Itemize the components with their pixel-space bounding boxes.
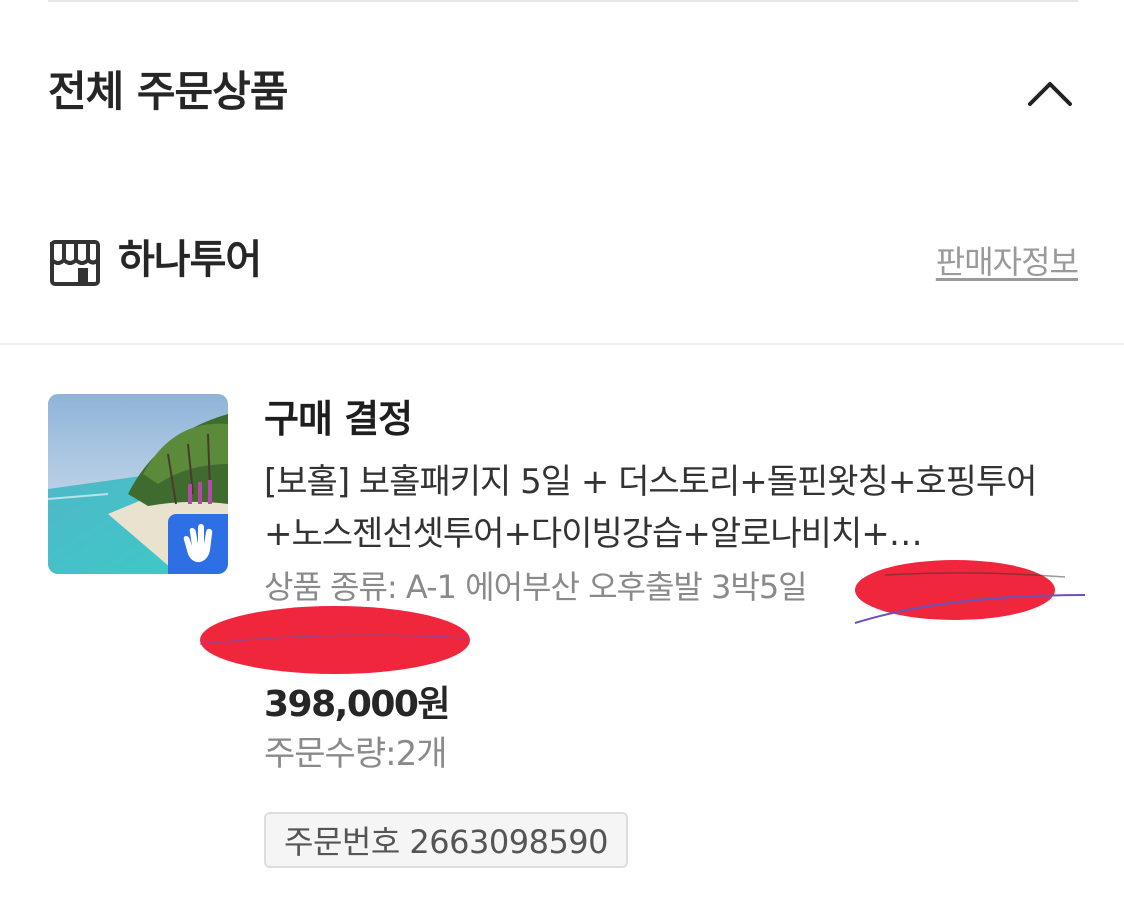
top-divider: [48, 0, 1078, 2]
thumbnail-badge: [168, 514, 228, 574]
order-number-chip[interactable]: 주문번호 2663098590: [264, 812, 629, 868]
product-name[interactable]: [보홀] 보홀패키지 5일 + 더스토리+돌핀왓칭+호핑투어+노스젠선셋투어+다…: [264, 456, 1054, 560]
order-status: 구매 결정: [264, 397, 413, 441]
store-icon: [50, 240, 100, 286]
seller-row: 하나투어 판매자정보: [48, 228, 1079, 292]
collapse-button[interactable]: [1018, 62, 1082, 122]
seller-info-link[interactable]: 판매자정보: [936, 240, 1079, 284]
redaction-mark: [199, 606, 470, 674]
hand-wave-icon: [183, 524, 213, 563]
chevron-up-icon: [1028, 82, 1072, 106]
price: 398,000원: [264, 684, 451, 725]
redaction-mark: [854, 560, 1086, 624]
section-title: 전체 주문상품: [48, 67, 288, 116]
product-option: 상품 종류: A-1 에어부산 오후출발 3박5일: [264, 568, 808, 606]
product-thumbnail[interactable]: [48, 394, 228, 574]
quantity: 주문수량:2개: [264, 734, 447, 774]
row-divider: [0, 343, 1124, 345]
seller-name[interactable]: 하나투어: [118, 232, 262, 288]
